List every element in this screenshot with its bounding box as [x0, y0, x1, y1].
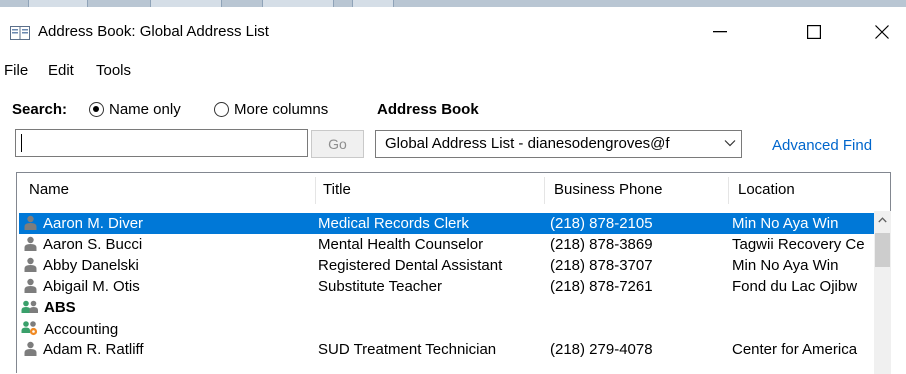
close-icon [875, 25, 889, 39]
column-divider[interactable] [315, 177, 316, 204]
cell-name: Accounting [21, 320, 311, 338]
address-book-select[interactable]: Global Address List - dianesodengroves@f [375, 130, 742, 158]
cell-location: Center for America [732, 341, 858, 358]
cell-phone: (218) 878-3707 [550, 257, 653, 274]
user-icon [24, 236, 37, 251]
cell-location: Fond du Lac Ojibw [732, 278, 858, 295]
cell-name: Aaron S. Bucci [23, 236, 313, 253]
cell-name: Adam R. Ratliff [23, 341, 313, 358]
table-row[interactable]: Abby Danelski Registered Dental Assistan… [19, 255, 874, 276]
table-row[interactable]: Aaron S. Bucci Mental Health Counselor (… [19, 234, 874, 255]
row-name: ABS [44, 299, 76, 316]
maximize-button[interactable] [788, 7, 840, 57]
menu-bar: File Edit Tools [0, 57, 906, 85]
column-header-business-phone[interactable]: Business Phone [554, 173, 662, 206]
column-header-location[interactable]: Location [738, 173, 795, 206]
search-label: Search: [12, 101, 68, 118]
table-row[interactable]: Accounting [19, 318, 874, 339]
search-input[interactable] [15, 129, 308, 157]
background-tab [262, 0, 334, 7]
menu-tools[interactable]: Tools [96, 62, 131, 79]
cell-phone: (218) 878-3869 [550, 236, 653, 253]
text-caret [21, 134, 22, 152]
row-name: Aaron M. Diver [43, 215, 144, 232]
column-divider[interactable] [728, 177, 729, 204]
cell-location: Min No Aya Win [732, 215, 839, 232]
menu-file[interactable]: File [4, 62, 28, 79]
menu-edit[interactable]: Edit [48, 62, 74, 79]
chevron-down-icon [724, 140, 736, 147]
user-icon [24, 341, 37, 356]
table-row[interactable]: Abigail M. Otis Substitute Teacher (218)… [19, 276, 874, 297]
row-name: Abigail M. Otis [43, 278, 140, 295]
radio-more-columns-label: More columns [234, 101, 329, 118]
address-book-selected-value: Global Address List - dianesodengroves@f [385, 135, 670, 152]
cell-title: Substitute Teacher [318, 278, 442, 295]
address-book-label: Address Book [377, 101, 479, 118]
minimize-button[interactable] [694, 7, 746, 57]
cell-phone: (218) 279-4078 [550, 341, 653, 358]
radio-more-columns[interactable]: More columns [214, 101, 328, 118]
column-header-name[interactable]: Name [29, 173, 69, 206]
user-icon [24, 257, 37, 272]
cell-name: Abby Danelski [23, 257, 313, 274]
background-window-strip [0, 0, 906, 7]
background-tab [28, 0, 88, 7]
row-name: Adam R. Ratliff [43, 341, 144, 358]
user-icon [24, 215, 37, 230]
dynamic-group-icon [21, 321, 38, 336]
background-tab [150, 0, 222, 7]
cell-name: Aaron M. Diver [23, 215, 313, 232]
column-header-title[interactable]: Title [323, 173, 351, 206]
radio-selected-icon [89, 102, 104, 117]
advanced-find-link[interactable]: Advanced Find [772, 137, 872, 154]
group-icon [21, 300, 38, 313]
title-bar: Address Book: Global Address List [0, 7, 906, 57]
scroll-up-arrow-icon[interactable] [878, 217, 887, 223]
list-header: Name Title Business Phone Location [17, 173, 890, 206]
minimize-icon [713, 31, 727, 33]
user-icon [24, 278, 37, 293]
radio-unselected-icon [214, 102, 229, 117]
cell-location: Min No Aya Win [732, 257, 839, 274]
radio-name-only[interactable]: Name only [89, 101, 181, 118]
table-row[interactable]: Adam R. Ratliff SUD Treatment Technician… [19, 339, 874, 360]
row-name: Accounting [44, 321, 119, 338]
address-book-icon [10, 26, 30, 40]
cell-phone: (218) 878-2105 [550, 215, 653, 232]
cell-title: Registered Dental Assistant [318, 257, 503, 274]
cell-phone: (218) 878-7261 [550, 278, 653, 295]
vertical-scrollbar[interactable] [874, 211, 891, 374]
scrollbar-thumb[interactable] [875, 233, 890, 267]
column-divider[interactable] [544, 177, 545, 204]
close-button[interactable] [856, 7, 906, 57]
list-rows: Aaron M. Diver Medical Records Clerk (21… [17, 211, 874, 374]
cell-location: Tagwii Recovery Ce [732, 236, 865, 253]
go-button[interactable]: Go [311, 130, 364, 158]
address-list: Name Title Business Phone Location Aaron… [16, 172, 891, 374]
table-row[interactable]: ABS [19, 297, 874, 318]
radio-name-only-label: Name only [109, 101, 181, 118]
maximize-icon [807, 25, 821, 39]
cell-name: Abigail M. Otis [23, 278, 313, 295]
cell-title: SUD Treatment Technician [318, 341, 497, 358]
cell-name: ABS [21, 299, 311, 316]
cell-title: Medical Records Clerk [318, 215, 469, 232]
cell-title: Mental Health Counselor [318, 236, 484, 253]
row-name: Aaron S. Bucci [43, 236, 143, 253]
table-row[interactable]: Aaron M. Diver Medical Records Clerk (21… [19, 213, 874, 234]
background-tab [352, 0, 394, 7]
window-title: Address Book: Global Address List [38, 23, 269, 40]
row-name: Abby Danelski [43, 257, 139, 274]
